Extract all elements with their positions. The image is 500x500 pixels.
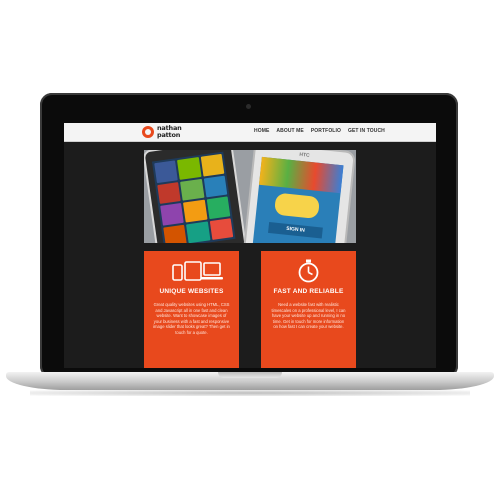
hero-image: HTC SIGN IN [144, 150, 356, 243]
phone-screen: SIGN IN [252, 156, 344, 243]
app-tile [186, 220, 211, 243]
nav-home[interactable]: HOME [254, 128, 269, 134]
feature-card-fast-reliable: FAST AND RELIABLE Need a website fast wi… [261, 251, 356, 368]
app-tile [154, 160, 179, 183]
app-tile [200, 153, 225, 177]
characters-image [273, 192, 321, 220]
app-grid [151, 151, 236, 243]
app-tile [180, 178, 205, 201]
card-text: Need a website fast with realistic times… [271, 302, 346, 330]
site-logo[interactable]: nathan patton [157, 125, 197, 138]
feature-card-unique-websites: UNIQUE WEBSITES Great quality websites u… [144, 251, 239, 368]
phone-brand: HTC [299, 151, 310, 159]
app-tile [209, 217, 234, 240]
nav-get-in-touch[interactable]: GET IN TOUCH [348, 128, 385, 134]
app-tile [183, 199, 208, 222]
app-tile [203, 175, 228, 198]
app-tile [177, 157, 202, 180]
app-tile [157, 181, 182, 204]
app-tile [160, 202, 185, 226]
app-tile [206, 196, 231, 219]
phone-image-right: HTC SIGN IN [242, 150, 356, 243]
laptop-shadow [30, 390, 470, 396]
phone-image-left [144, 150, 248, 243]
main-nav: HOME ABOUT ME PORTFOLIO GET IN TOUCH [254, 128, 385, 134]
logo-icon[interactable] [142, 126, 154, 138]
app-tile [163, 224, 188, 243]
card-title: UNIQUE WEBSITES [159, 288, 224, 295]
card-text: Great quality websites using HTML, CSS a… [153, 302, 230, 335]
devices-icon [144, 259, 239, 283]
nav-portfolio[interactable]: PORTFOLIO [311, 128, 341, 134]
card-title: FAST AND RELIABLE [273, 288, 344, 295]
stopwatch-icon [261, 259, 356, 283]
laptop-notch [218, 372, 282, 378]
sign-in-button: SIGN IN [268, 221, 323, 239]
nav-about-me[interactable]: ABOUT ME [276, 128, 303, 134]
laptop-screen: nathan patton HOME ABOUT ME PORTFOLIO GE… [64, 123, 436, 368]
game-banner [259, 156, 344, 194]
webcam [246, 104, 251, 109]
site-header: nathan patton HOME ABOUT ME PORTFOLIO GE… [64, 123, 436, 142]
logo-line-2: patton [157, 130, 181, 139]
